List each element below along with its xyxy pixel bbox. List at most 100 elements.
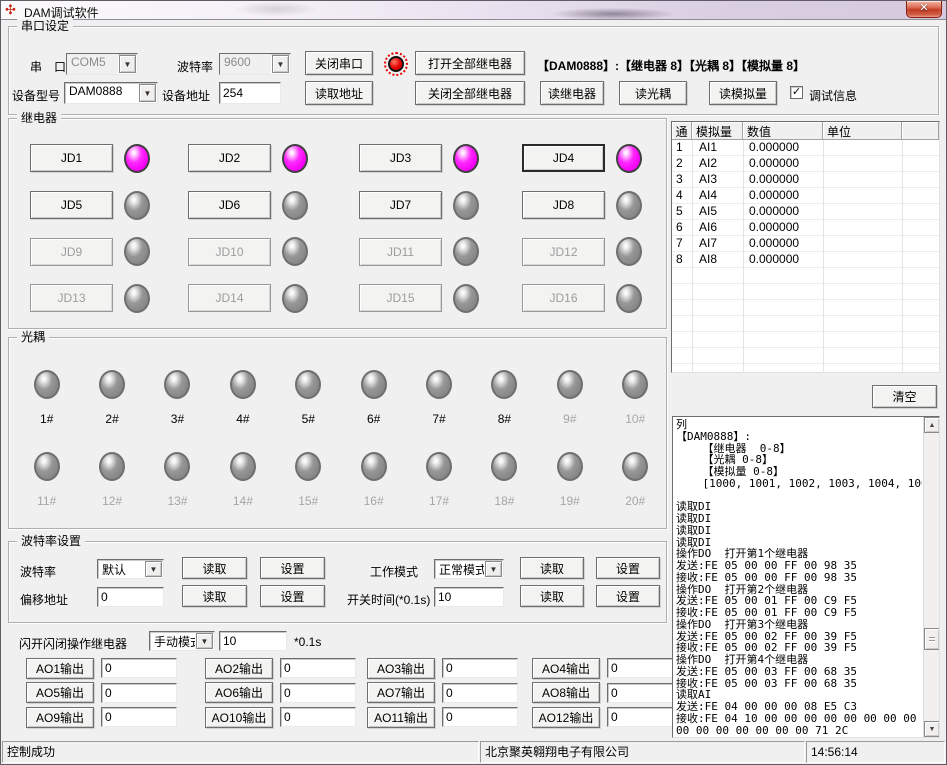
analog-input-table: 通 模拟量 数值 单位 1 AI1 0.000000 2 AI2 0.00000… [671, 121, 940, 373]
baud-set-button[interactable]: 设置 [260, 557, 325, 579]
relay-button[interactable]: JD16 [522, 284, 605, 312]
analog-output-button[interactable]: AO11输出 [367, 707, 435, 728]
read-analog-button[interactable]: 读模拟量 [709, 81, 777, 105]
relay-button[interactable]: JD14 [188, 284, 271, 312]
relay-indicator-led [124, 191, 150, 220]
analog-output-input[interactable] [280, 707, 356, 727]
relay-button[interactable]: JD5 [30, 191, 113, 219]
work-mode-read-button[interactable]: 读取 [520, 557, 584, 579]
debug-info-checkbox[interactable]: ✓ [790, 86, 803, 99]
relay-indicator-led [453, 284, 479, 313]
baud-read-button[interactable]: 读取 [182, 557, 247, 579]
relay-button[interactable]: JD13 [30, 284, 113, 312]
table-row[interactable]: 4 AI4 0.000000 [672, 188, 939, 204]
opto-cell: 17# [406, 452, 471, 534]
analog-output-button[interactable]: AO1输出 [26, 658, 94, 679]
com-port-select[interactable]: COM5 ▼ [66, 53, 138, 75]
read-address-button[interactable]: 读取地址 [305, 81, 373, 105]
col-header-extra[interactable] [902, 122, 939, 140]
close-all-relays-button[interactable]: 关闭全部继电器 [415, 81, 525, 105]
table-row[interactable]: 5 AI5 0.000000 [672, 204, 939, 220]
analog-output-input[interactable] [101, 658, 177, 678]
switch-time-read-button[interactable]: 读取 [520, 585, 584, 607]
relay-button[interactable]: JD12 [522, 238, 605, 266]
analog-output-input[interactable] [101, 683, 177, 703]
baud-settings-group: 波特率设置 波特率 默认 ▼ 读取 设置 工作模式 正常模式 ▼ 读取 设置 偏… [8, 541, 667, 623]
relay-button[interactable]: JD6 [188, 191, 271, 219]
col-header-unit[interactable]: 单位 [823, 122, 902, 140]
status-bar: 控制成功 北京聚英翱翔电子有限公司 14:56:14 [1, 741, 946, 764]
relay-indicator-led [282, 284, 308, 313]
relay-button[interactable]: JD3 [359, 144, 442, 172]
switch-time-set-button[interactable]: 设置 [596, 585, 660, 607]
analog-output-button[interactable]: AO6输出 [205, 682, 273, 703]
analog-output-button[interactable]: AO4输出 [532, 658, 600, 679]
relay-button[interactable]: JD7 [359, 191, 442, 219]
relay-button[interactable]: JD11 [359, 238, 442, 266]
table-row[interactable]: 3 AI3 0.000000 [672, 172, 939, 188]
clear-log-button[interactable]: 清空 [872, 385, 937, 408]
close-button[interactable]: ✕ [906, 1, 942, 18]
col-header-name[interactable]: 模拟量 [692, 122, 743, 140]
analog-output-input[interactable] [101, 707, 177, 727]
close-port-button[interactable]: 关闭串口 [305, 51, 373, 75]
relay-cell: JD5 [30, 182, 188, 229]
analog-output-input[interactable] [280, 658, 356, 678]
log-scrollbar[interactable]: ▲ ▼ [923, 417, 939, 737]
relay-button[interactable]: JD8 [522, 191, 605, 219]
offset-set-button[interactable]: 设置 [260, 585, 325, 607]
relay-indicator-led [453, 237, 479, 266]
device-model-select[interactable]: DAM0888 ▼ [64, 82, 158, 104]
relay-button[interactable]: JD15 [359, 284, 442, 312]
table-row[interactable]: 8 AI8 0.000000 [672, 252, 939, 268]
scrollbar-down-button[interactable]: ▼ [924, 721, 940, 737]
opto-label: 5# [302, 412, 315, 426]
baud-setting-select[interactable]: 默认 ▼ [97, 559, 164, 579]
analog-output-button[interactable]: AO12输出 [532, 707, 600, 728]
analog-output-input[interactable] [442, 683, 518, 703]
flash-mode-select[interactable]: 手动模式 ▼ [149, 631, 215, 651]
analog-output-button[interactable]: AO3输出 [367, 658, 435, 679]
col-header-value[interactable]: 数值 [743, 122, 823, 140]
cell-name: AI3 [692, 172, 743, 188]
switch-time-input[interactable] [434, 587, 504, 607]
opto-label: 20# [625, 494, 645, 508]
analog-output-button[interactable]: AO10输出 [205, 707, 273, 728]
analog-output-input[interactable] [280, 683, 356, 703]
opto-label: 11# [37, 494, 56, 508]
analog-output-button[interactable]: AO2输出 [205, 658, 273, 679]
analog-output-button[interactable]: AO5输出 [26, 682, 94, 703]
offset-read-button[interactable]: 读取 [182, 585, 247, 607]
table-row[interactable]: 2 AI2 0.000000 [672, 156, 939, 172]
scrollbar-up-button[interactable]: ▲ [924, 417, 940, 433]
baud-rate-select[interactable]: 9600 ▼ [219, 53, 291, 75]
analog-output-button[interactable]: AO8输出 [532, 682, 600, 703]
table-row[interactable]: 6 AI6 0.000000 [672, 220, 939, 236]
log-panel[interactable]: 列 【DAM0888】: 【继电器 0-8】 【光耦 0-8】 【模拟量 0-8… [672, 416, 940, 738]
analog-output-button[interactable]: AO7输出 [367, 682, 435, 703]
table-row[interactable]: 1 AI1 0.000000 [672, 140, 939, 156]
analog-output-input[interactable] [442, 658, 518, 678]
open-all-relays-button[interactable]: 打开全部继电器 [415, 51, 525, 75]
relay-button[interactable]: JD10 [188, 238, 271, 266]
opto-cell: 18# [472, 452, 537, 534]
opto-cell: 5# [276, 370, 341, 452]
title-bar[interactable]: ✣ DAM调试软件 ✕ [1, 1, 946, 20]
work-mode-select[interactable]: 正常模式 ▼ [434, 559, 504, 579]
read-opto-button[interactable]: 读光耦 [619, 81, 687, 105]
relay-button[interactable]: JD2 [188, 144, 271, 172]
relay-button[interactable]: JD9 [30, 238, 113, 266]
offset-address-input[interactable] [97, 587, 164, 607]
table-row[interactable]: 7 AI7 0.000000 [672, 236, 939, 252]
read-relay-button[interactable]: 读继电器 [540, 81, 604, 105]
scrollbar-thumb[interactable] [924, 628, 940, 650]
device-address-input[interactable] [219, 82, 281, 104]
opto-cell: 14# [210, 452, 275, 534]
analog-output-button[interactable]: AO9输出 [26, 707, 94, 728]
work-mode-set-button[interactable]: 设置 [596, 557, 660, 579]
analog-output-input[interactable] [442, 707, 518, 727]
relay-button[interactable]: JD1 [30, 144, 113, 172]
col-header-channel[interactable]: 通 [672, 122, 692, 140]
flash-time-input[interactable] [219, 631, 287, 651]
relay-button[interactable]: JD4 [522, 144, 605, 172]
